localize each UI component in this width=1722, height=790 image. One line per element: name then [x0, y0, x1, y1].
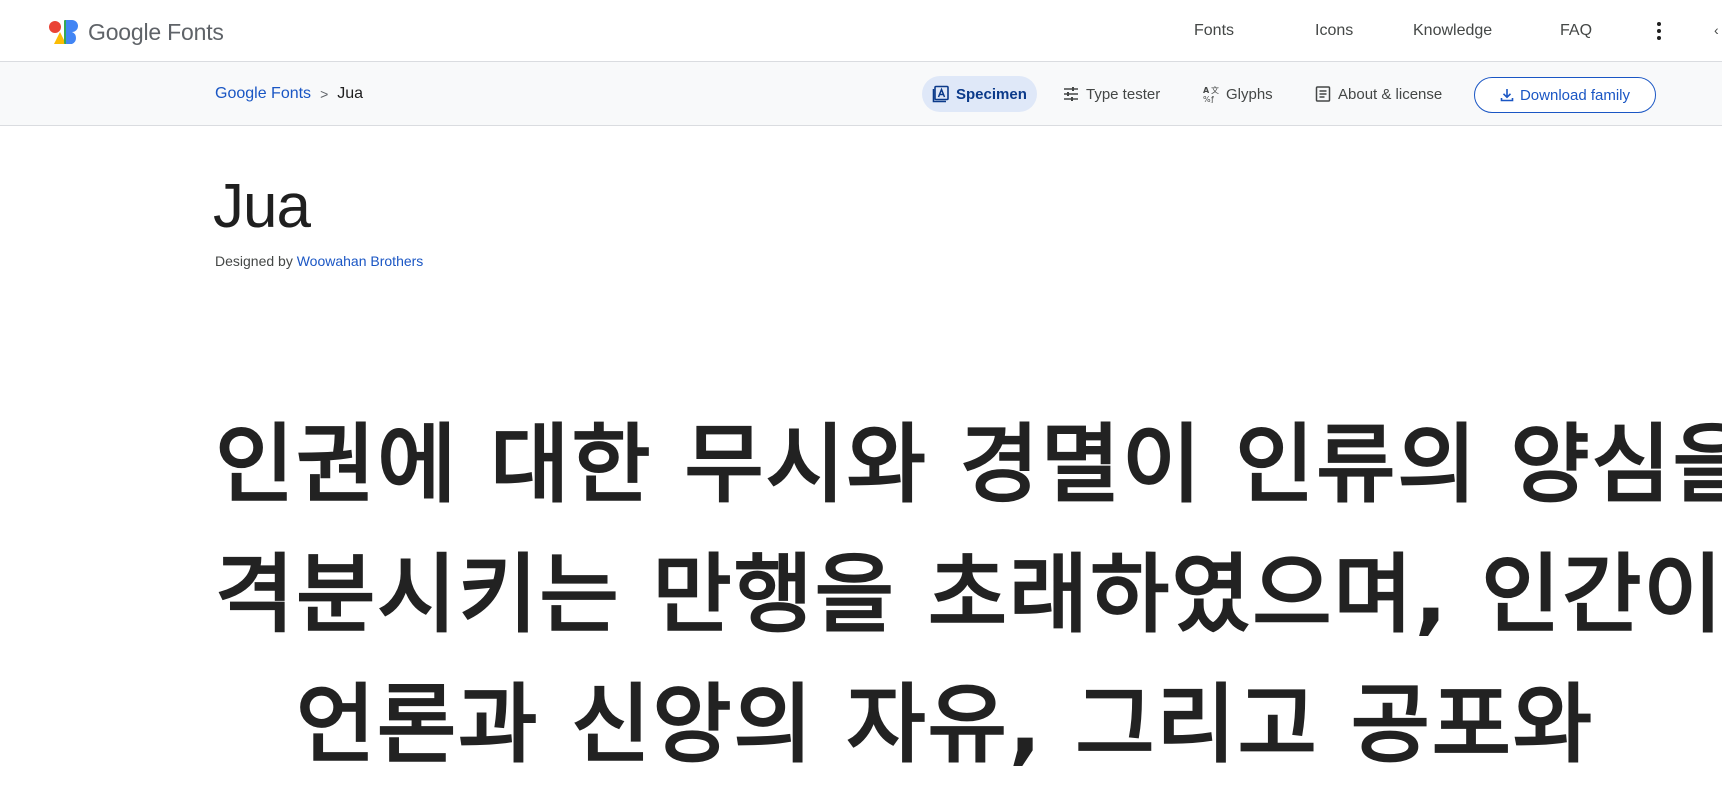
breadcrumb: Google Fonts > Jua [215, 62, 363, 126]
nav-knowledge[interactable]: Knowledge [1413, 22, 1492, 40]
download-icon [1500, 89, 1514, 102]
specimen-sample-text: 인권에 대한 무시와 경멸이 인류의 양심을 격분시키는 만행을 초래하였으며,… [215, 400, 1722, 790]
tab-glyphs[interactable]: A 文 % ƒ Glyphs [1192, 76, 1283, 112]
specimen-line: 격분시키는 만행을 초래하였으며, 인간이 [215, 545, 1722, 645]
designer-credit: Designed by Woowahan Brothers [215, 253, 423, 269]
font-name-heading: Jua [213, 172, 311, 241]
specimen-line: 인권에 대한 무시와 경멸이 인류의 양심을 [215, 415, 1722, 515]
designer-link[interactable]: Woowahan Brothers [297, 253, 424, 269]
nav-icons[interactable]: Icons [1315, 22, 1353, 40]
download-family-label: Download family [1519, 86, 1631, 104]
tab-type-tester-label: Type tester [1086, 85, 1161, 103]
tab-about-license-label: About & license [1338, 85, 1443, 103]
article-icon [1315, 86, 1331, 102]
tab-about-license[interactable]: About & license [1304, 76, 1452, 112]
specimen-icon [932, 85, 949, 103]
specimen-line: 언론과 신앙의 자유, 그리고 공포와 [295, 675, 1595, 775]
tab-glyphs-label: Glyphs [1226, 85, 1273, 103]
svg-text:文: 文 [1211, 85, 1219, 95]
partial-chevron-icon[interactable]: ‹ [1714, 22, 1719, 38]
designer-prefix: Designed by [215, 253, 293, 269]
tab-specimen-label: Specimen [956, 85, 1027, 103]
breadcrumb-current: Jua [337, 85, 364, 102]
tab-specimen[interactable]: Specimen [922, 76, 1037, 112]
svg-text:ƒ: ƒ [1210, 95, 1214, 103]
nav-faq[interactable]: FAQ [1560, 22, 1592, 40]
glyphs-icon: A 文 % ƒ [1203, 85, 1219, 103]
more-vert-icon[interactable] [1651, 19, 1667, 43]
svg-text:A: A [1203, 86, 1210, 95]
breadcrumb-separator: > [320, 86, 329, 102]
tab-type-tester[interactable]: Type tester [1052, 76, 1170, 112]
svg-text:%: % [1203, 95, 1211, 103]
logo-text: Google Fonts [88, 18, 224, 45]
tune-icon [1064, 87, 1078, 101]
google-fonts-logo-icon [49, 20, 78, 44]
top-app-bar: Google Fonts Fonts Icons Knowledge FAQ ‹ [0, 0, 1722, 62]
download-family-button[interactable]: Download family [1474, 77, 1656, 113]
breadcrumb-root-link[interactable]: Google Fonts [215, 85, 311, 103]
font-page-toolbar: Google Fonts > Jua Specimen Type tester … [0, 62, 1722, 126]
nav-fonts[interactable]: Fonts [1194, 22, 1234, 40]
google-fonts-logo[interactable]: Google Fonts [48, 16, 224, 48]
